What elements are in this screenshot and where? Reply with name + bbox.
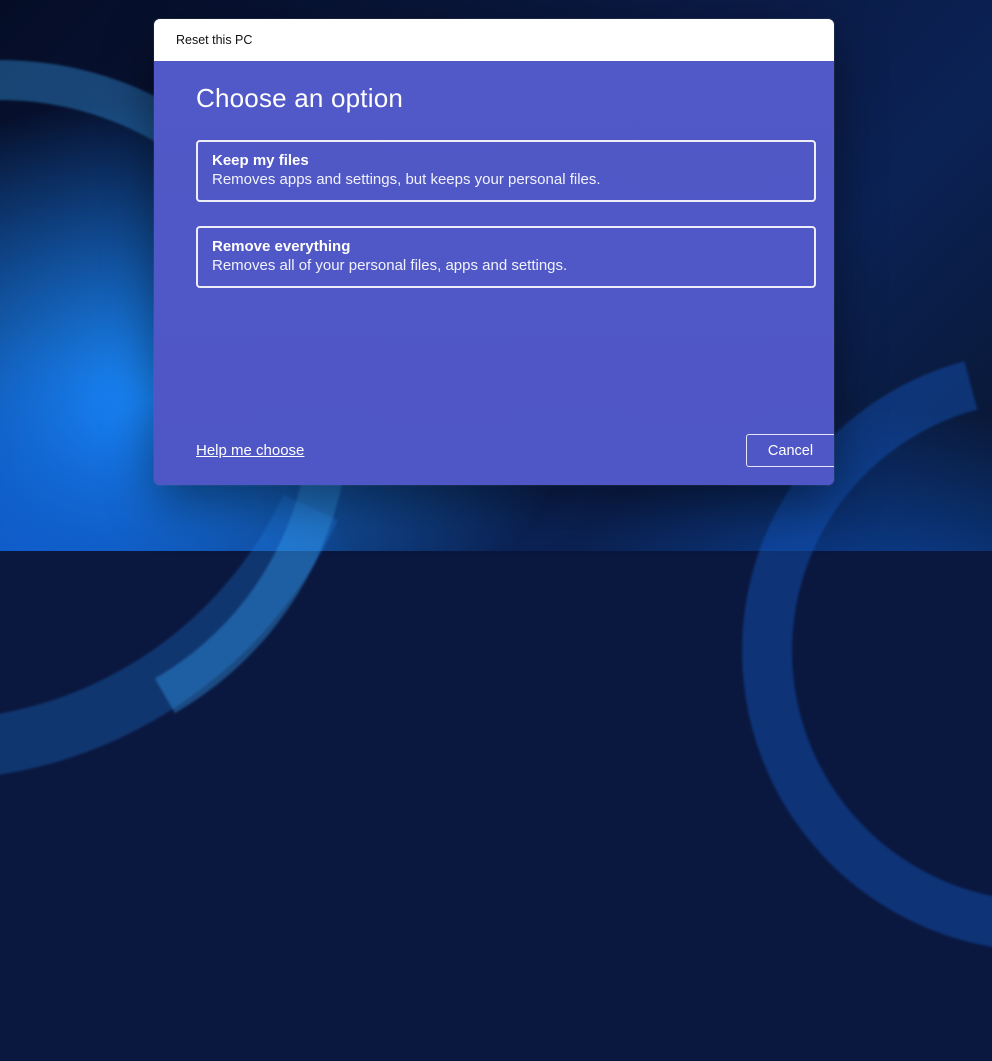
dialog-title: Reset this PC bbox=[176, 33, 252, 47]
help-me-choose-link[interactable]: Help me choose bbox=[196, 442, 304, 459]
dialog-footer: Help me choose Cancel bbox=[196, 434, 834, 467]
option-title: Remove everything bbox=[212, 238, 800, 255]
option-title: Keep my files bbox=[212, 152, 800, 169]
dialog-titlebar: Reset this PC bbox=[154, 19, 834, 61]
dialog-content: Choose an option Keep my files Removes a… bbox=[154, 61, 834, 485]
option-description: Removes all of your personal files, apps… bbox=[212, 257, 800, 274]
cancel-button[interactable]: Cancel bbox=[746, 434, 834, 467]
option-keep-my-files[interactable]: Keep my files Removes apps and settings,… bbox=[196, 140, 816, 202]
option-remove-everything[interactable]: Remove everything Removes all of your pe… bbox=[196, 226, 816, 288]
option-description: Removes apps and settings, but keeps you… bbox=[212, 171, 800, 188]
dialog-heading: Choose an option bbox=[196, 83, 792, 114]
reset-pc-dialog: Reset this PC Choose an option Keep my f… bbox=[154, 19, 834, 485]
